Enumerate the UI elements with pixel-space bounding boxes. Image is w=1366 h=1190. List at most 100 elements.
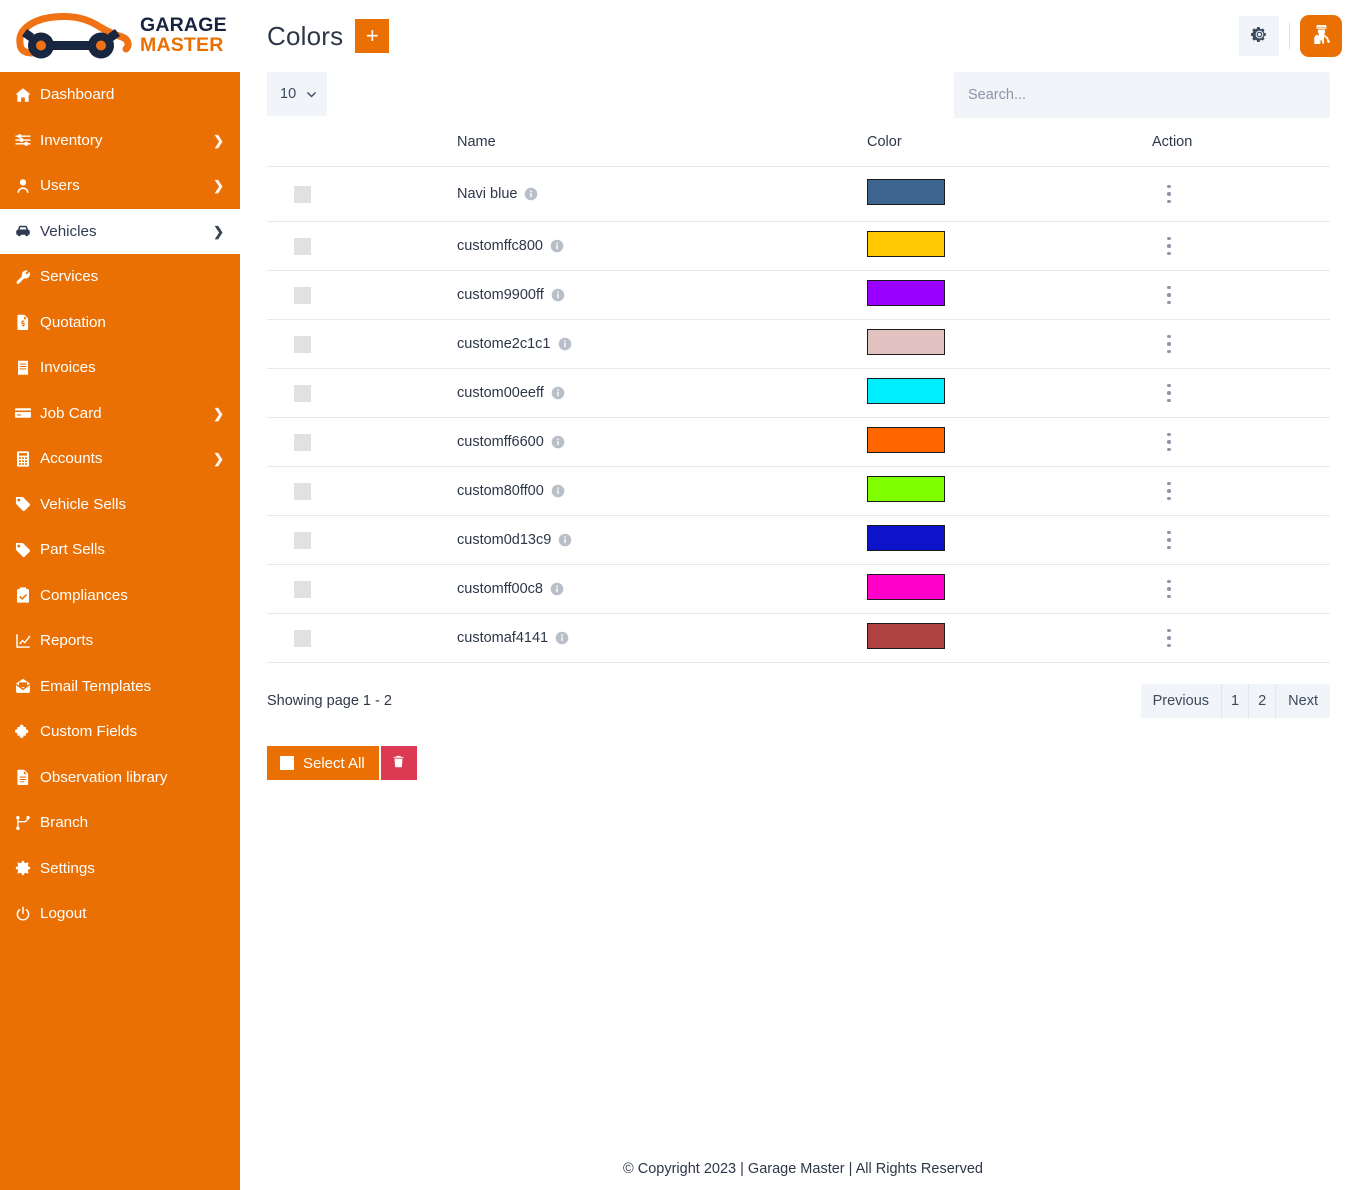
chevron-right-icon: ❯ <box>213 134 224 147</box>
add-color-button[interactable]: + <box>355 19 389 53</box>
app-root: GARAGE MASTER DashboardInventory❯Users❯V… <box>0 0 1366 1190</box>
row-checkbox[interactable] <box>294 434 311 451</box>
kebab-menu-icon[interactable] <box>1158 576 1180 602</box>
search-input[interactable] <box>954 72 1330 118</box>
kebab-menu-icon[interactable] <box>1158 282 1180 308</box>
kebab-menu-icon[interactable] <box>1158 331 1180 357</box>
info-icon[interactable] <box>558 533 572 547</box>
user-icon <box>14 177 40 195</box>
pagination-previous[interactable]: Previous <box>1141 684 1222 718</box>
info-icon[interactable] <box>524 187 538 201</box>
row-checkbox[interactable] <box>294 238 311 255</box>
sidebar-item-dashboard[interactable]: Dashboard <box>0 72 240 118</box>
sidebar-item-custom-fields[interactable]: Custom Fields <box>0 709 240 755</box>
info-icon[interactable] <box>551 386 565 400</box>
sidebar-item-part-sells[interactable]: Part Sells <box>0 527 240 573</box>
row-checkbox[interactable] <box>294 532 311 549</box>
pagination-page-2[interactable]: 2 <box>1249 684 1276 718</box>
sidebar-item-label: Compliances <box>40 587 224 604</box>
kebab-menu-icon[interactable] <box>1158 429 1180 455</box>
pagination-page-1[interactable]: 1 <box>1222 684 1249 718</box>
select-all-button[interactable]: Select All <box>267 746 379 780</box>
sidebar-item-label: Email Templates <box>40 678 224 695</box>
sidebar-item-logout[interactable]: Logout <box>0 891 240 937</box>
sidebar-item-label: Reports <box>40 632 224 649</box>
mechanic-avatar-icon <box>1309 22 1334 50</box>
row-action-cell <box>1152 467 1330 516</box>
row-action-cell <box>1152 614 1330 663</box>
sidebar: GARAGE MASTER DashboardInventory❯Users❯V… <box>0 0 240 1190</box>
puzzle-icon <box>14 723 40 741</box>
kebab-menu-icon[interactable] <box>1158 625 1180 651</box>
row-checkbox[interactable] <box>294 385 311 402</box>
table-header-row: Name Color Action <box>267 128 1330 167</box>
table-row: customff00c8 <box>267 565 1330 614</box>
sidebar-item-invoices[interactable]: Invoices <box>0 345 240 391</box>
color-swatch <box>867 280 945 306</box>
envelope-open-icon <box>14 677 40 695</box>
sidebar-item-branch[interactable]: Branch <box>0 800 240 846</box>
table-row: customaf4141 <box>267 614 1330 663</box>
topbar: Colors + <box>240 0 1366 72</box>
trash-icon <box>391 754 406 772</box>
sidebar-item-inventory[interactable]: Inventory❯ <box>0 118 240 164</box>
sidebar-item-observation-library[interactable]: Observation library <box>0 755 240 801</box>
settings-button[interactable] <box>1239 16 1279 56</box>
pagination-next[interactable]: Next <box>1276 684 1330 718</box>
sidebar-item-reports[interactable]: Reports <box>0 618 240 664</box>
color-name: custom80ff00 <box>457 483 544 499</box>
page-length-select[interactable]: 102550100 <box>267 72 327 116</box>
sliders-icon <box>14 131 40 149</box>
sidebar-item-label: Quotation <box>40 314 224 331</box>
row-action-cell <box>1152 222 1330 271</box>
sidebar-item-accounts[interactable]: Accounts❯ <box>0 436 240 482</box>
color-swatch <box>867 525 945 551</box>
brand-logo-block[interactable]: GARAGE MASTER <box>0 0 240 72</box>
brand-line-2: MASTER <box>140 36 227 56</box>
sidebar-item-label: Dashboard <box>40 86 224 103</box>
sidebar-item-vehicles[interactable]: Vehicles❯ <box>0 209 240 255</box>
sidebar-item-vehicle-sells[interactable]: Vehicle Sells <box>0 482 240 528</box>
info-icon[interactable] <box>550 582 564 596</box>
info-icon[interactable] <box>551 435 565 449</box>
kebab-menu-icon[interactable] <box>1158 380 1180 406</box>
column-header-color: Color <box>867 128 1152 167</box>
color-swatch <box>867 378 945 404</box>
sidebar-item-services[interactable]: Services <box>0 254 240 300</box>
sidebar-item-quotation[interactable]: Quotation <box>0 300 240 346</box>
tag-icon <box>14 541 40 559</box>
row-checkbox[interactable] <box>294 581 311 598</box>
sidebar-item-users[interactable]: Users❯ <box>0 163 240 209</box>
row-name-cell: custom80ff00 <box>457 467 867 516</box>
kebab-menu-icon[interactable] <box>1158 527 1180 553</box>
table-row: custome2c1c1 <box>267 320 1330 369</box>
sidebar-item-compliances[interactable]: Compliances <box>0 573 240 619</box>
delete-selected-button[interactable] <box>381 746 417 780</box>
info-icon[interactable] <box>555 631 569 645</box>
sidebar-item-email-templates[interactable]: Email Templates <box>0 664 240 710</box>
sidebar-item-settings[interactable]: Settings <box>0 846 240 892</box>
main-area: Colors + <box>240 0 1366 1190</box>
row-checkbox[interactable] <box>294 336 311 353</box>
kebab-menu-icon[interactable] <box>1158 181 1180 207</box>
row-checkbox[interactable] <box>294 287 311 304</box>
row-checkbox[interactable] <box>294 186 311 203</box>
row-checkbox[interactable] <box>294 483 311 500</box>
color-name: Navi blue <box>457 186 517 202</box>
gear-icon <box>14 859 40 877</box>
info-icon[interactable] <box>551 484 565 498</box>
topbar-right-actions <box>1239 15 1342 57</box>
info-icon[interactable] <box>558 337 572 351</box>
table-row: customffc800 <box>267 222 1330 271</box>
color-swatch <box>867 329 945 355</box>
user-avatar-button[interactable] <box>1300 15 1342 57</box>
car-wrench-logo-icon <box>8 7 134 65</box>
footer: © Copyright 2023 | Garage Master | All R… <box>240 1161 1366 1190</box>
sidebar-item-job-card[interactable]: Job Card❯ <box>0 391 240 437</box>
info-icon[interactable] <box>551 288 565 302</box>
kebab-menu-icon[interactable] <box>1158 233 1180 259</box>
kebab-menu-icon[interactable] <box>1158 478 1180 504</box>
table-row: customff6600 <box>267 418 1330 467</box>
info-icon[interactable] <box>550 239 564 253</box>
row-checkbox[interactable] <box>294 630 311 647</box>
